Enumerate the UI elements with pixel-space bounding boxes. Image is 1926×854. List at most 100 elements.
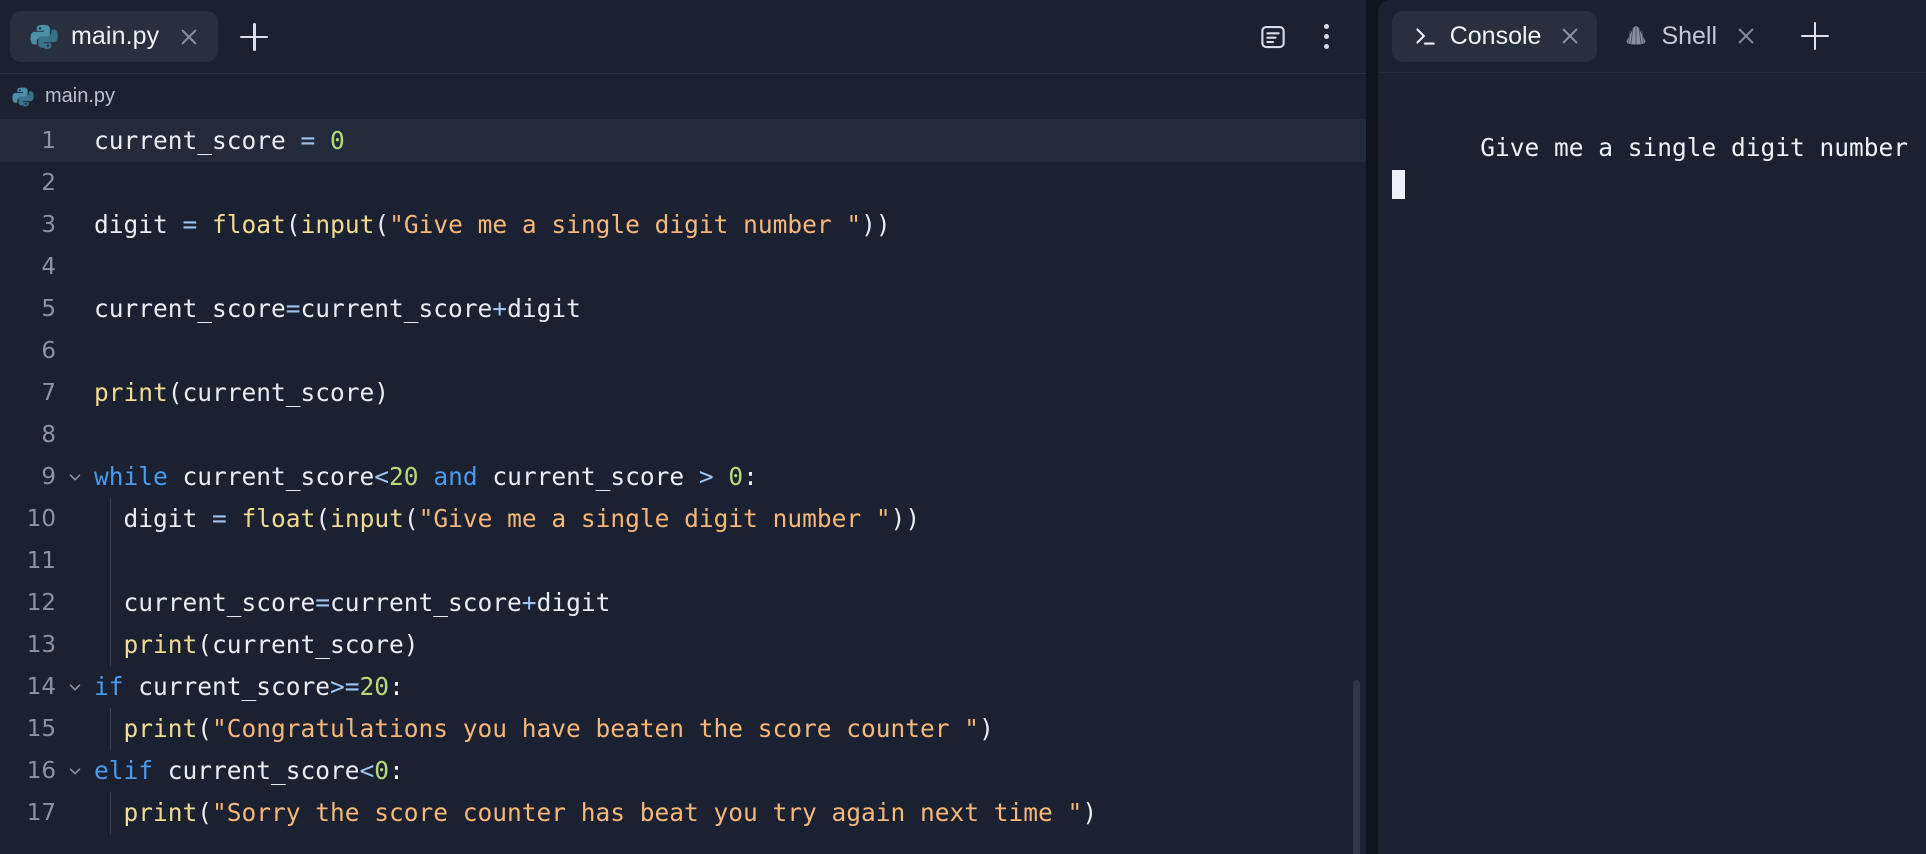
code-line-11[interactable]: 11 — [0, 540, 1366, 582]
code-text: print("Sorry the score counter has beat … — [92, 792, 1098, 834]
code-text: elif current_score<0: — [92, 750, 404, 792]
fold-chevron-down-icon[interactable] — [58, 762, 92, 780]
console-tab-shell[interactable]: Shell — [1603, 11, 1773, 62]
token: print — [123, 630, 198, 659]
plus-icon[interactable] — [232, 15, 276, 59]
code-line-6[interactable]: 6 — [0, 330, 1366, 372]
token: 0 — [330, 126, 345, 155]
token: ( — [197, 798, 213, 827]
token: "Give me a single digit number " — [418, 504, 891, 533]
token: : — [743, 462, 758, 491]
close-icon[interactable] — [178, 26, 200, 48]
code-line-8[interactable]: 8 — [0, 414, 1366, 456]
code-text: digit = float(input("Give me a single di… — [92, 498, 921, 540]
code-line-17[interactable]: 17 print("Sorry the score counter has be… — [0, 792, 1366, 834]
code-line-16[interactable]: 16 elif current_score<0: — [0, 750, 1366, 792]
token: = — [300, 126, 316, 155]
token: = — [315, 588, 331, 617]
token: float — [212, 210, 286, 239]
code-text: print(current_score) — [92, 372, 389, 414]
indent-guide — [110, 792, 111, 834]
line-number: 11 — [26, 548, 56, 574]
editor-vertical-scrollbar[interactable] — [1352, 680, 1360, 854]
token: current_score — [94, 294, 286, 323]
line-number: 9 — [41, 464, 56, 490]
token: current_score — [477, 462, 699, 491]
kebab-menu-icon[interactable] — [1304, 14, 1350, 60]
close-icon[interactable] — [1559, 25, 1581, 47]
code-line-7[interactable]: 7 print(current_score) — [0, 372, 1366, 414]
token: + — [492, 294, 508, 323]
line-number: 6 — [41, 338, 56, 364]
token: ( — [197, 714, 213, 743]
code-line-2[interactable]: 2 — [0, 162, 1366, 204]
editor-toolbar — [1250, 0, 1350, 73]
token: if — [94, 672, 124, 701]
token: print — [94, 378, 168, 407]
code-text: print(current_score) — [92, 624, 419, 666]
code-text: current_score=current_score+digit — [92, 582, 611, 624]
terminal-prompt-icon — [1416, 28, 1435, 45]
console-output[interactable]: Give me a single digit number — [1378, 73, 1926, 854]
code-line-15[interactable]: 15 print("Congratulations you have beate… — [0, 708, 1366, 750]
code-line-10[interactable]: 10 digit = float(input("Give me a single… — [0, 498, 1366, 540]
code-line-3[interactable]: 3 digit = float(input("Give me a single d… — [0, 204, 1366, 246]
line-number: 13 — [26, 632, 56, 658]
indent-guide — [110, 498, 111, 666]
token: 20 — [359, 672, 390, 701]
token: ) — [979, 714, 994, 743]
shell-icon — [1623, 23, 1649, 49]
code-line-12[interactable]: 12 current_score=current_score+digit — [0, 582, 1366, 624]
token: 0 — [374, 756, 390, 785]
editor-tab-main-py[interactable]: main.py — [10, 11, 219, 62]
token: current_score — [153, 756, 360, 785]
token: < — [374, 462, 390, 491]
code-lines: 1 current_score = 0 2 3 digit = float(input(… — [0, 120, 1366, 834]
line-number: 14 — [26, 674, 56, 700]
code-line-4[interactable]: 4 — [0, 246, 1366, 288]
code-line-9[interactable]: 9 while current_score<20 and current_scor… — [0, 456, 1366, 498]
token: ( — [374, 210, 390, 239]
code-line-5[interactable]: 5 current_score=current_score+digit — [0, 288, 1366, 330]
line-number: 5 — [41, 296, 56, 322]
token: and — [433, 462, 478, 491]
terminal-prompt-icon — [1412, 23, 1438, 49]
code-line-14[interactable]: 14 if current_score>=20: — [0, 666, 1366, 708]
fold-chevron-down-icon[interactable] — [58, 468, 92, 486]
line-number: 12 — [26, 590, 56, 616]
token: input — [300, 210, 375, 239]
token: > — [698, 462, 714, 491]
shell-icon — [1627, 26, 1646, 45]
code-text: if current_score>=20: — [92, 666, 404, 708]
token: digit — [536, 588, 611, 617]
code-line-13[interactable]: 13 print(current_score) — [0, 624, 1366, 666]
token: elif — [94, 756, 154, 785]
token: ) — [1082, 798, 1098, 827]
token: current_score — [94, 588, 316, 617]
token: print — [123, 714, 198, 743]
token: : — [389, 756, 404, 785]
code-line-1[interactable]: 1 current_score = 0 — [0, 120, 1366, 162]
token: ( — [285, 210, 301, 239]
breadcrumb-label: main.py — [45, 85, 116, 107]
plus-icon[interactable] — [1793, 14, 1837, 58]
line-number: 8 — [41, 422, 56, 448]
token: current_score — [123, 672, 331, 701]
token: )) — [890, 504, 921, 533]
document-outline-icon[interactable] — [1250, 14, 1296, 60]
pane-resize-handle[interactable] — [1365, 0, 1378, 854]
console-tab-label: Console — [1449, 21, 1542, 50]
code-editor[interactable]: 1 current_score = 0 2 3 digit = float(input(… — [0, 120, 1366, 854]
console-pane: Console Shell Give me a single digit numb… — [1377, 0, 1926, 854]
close-icon[interactable] — [1735, 25, 1757, 47]
console-tab-console[interactable]: Console — [1391, 10, 1598, 62]
fold-chevron-down-icon[interactable] — [58, 678, 92, 696]
python-icon — [12, 86, 34, 107]
token: = — [285, 294, 301, 323]
